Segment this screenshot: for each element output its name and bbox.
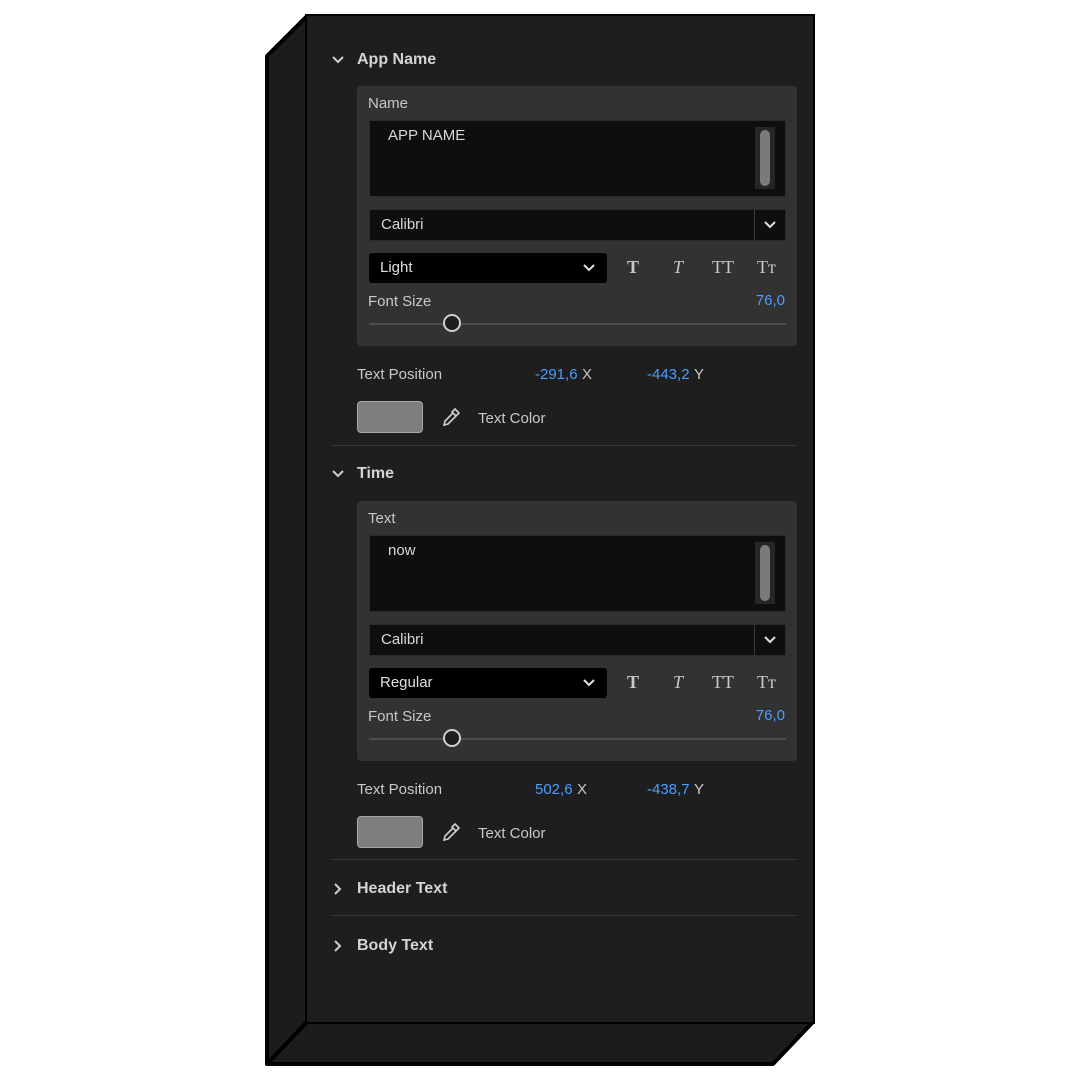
font-size-slider[interactable] <box>369 738 786 740</box>
section-title: Time <box>357 465 395 482</box>
app-name-text-group: Name APP NAME Calibri Light T T TT Tт Fo… <box>357 86 797 346</box>
section-title: Header Text <box>357 880 448 897</box>
position-y-value[interactable]: -438,7 <box>647 781 690 798</box>
chevron-down-icon <box>331 467 345 481</box>
font-family-value: Calibri <box>381 631 424 648</box>
position-y-value[interactable]: -443,2 <box>647 366 690 383</box>
section-divider <box>331 445 797 446</box>
text-position-label: Text Position <box>357 366 443 383</box>
font-size-value[interactable]: 76,0 <box>756 292 785 309</box>
all-caps-button[interactable]: TT <box>712 672 734 693</box>
textarea-value: APP NAME <box>388 127 466 144</box>
chevron-right-icon <box>331 882 345 896</box>
section-title: App Name <box>357 51 437 68</box>
font-family-select[interactable]: Calibri <box>369 624 786 656</box>
scrollbar-thumb[interactable] <box>760 130 770 186</box>
font-size-slider-knob[interactable] <box>443 729 461 747</box>
section-divider <box>331 915 797 916</box>
font-style-value: Regular <box>380 674 433 691</box>
position-y-axis-label: Y <box>694 366 705 383</box>
chevron-down-icon[interactable] <box>754 210 785 240</box>
font-size-label: Font Size <box>368 293 432 310</box>
bold-button[interactable]: T <box>627 672 639 693</box>
position-x-axis-label: X <box>582 366 593 383</box>
font-size-value[interactable]: 76,0 <box>756 707 785 724</box>
scrollbar-thumb[interactable] <box>760 545 770 601</box>
font-size-slider[interactable] <box>369 323 786 325</box>
small-caps-button[interactable]: Tт <box>757 672 776 693</box>
section-header-app-name[interactable]: App Name <box>331 51 436 69</box>
field-label: Name <box>368 95 409 112</box>
text-color-swatch[interactable] <box>357 401 423 433</box>
position-x-axis-label: X <box>577 781 588 798</box>
position-x-value[interactable]: 502,6 <box>535 781 573 798</box>
section-header-time[interactable]: Time <box>331 465 394 483</box>
font-style-select[interactable]: Regular <box>369 668 607 698</box>
position-y-axis-label: Y <box>694 781 705 798</box>
scrollbar[interactable] <box>755 127 775 189</box>
chevron-right-icon <box>331 939 345 953</box>
section-header-header-text[interactable]: Header Text <box>331 880 447 898</box>
chevron-down-icon <box>581 260 597 276</box>
app-name-textarea[interactable]: APP NAME <box>369 120 786 197</box>
textarea-value: now <box>388 542 416 559</box>
text-position-label: Text Position <box>357 781 443 798</box>
section-header-body-text[interactable]: Body Text <box>331 937 433 955</box>
all-caps-button[interactable]: TT <box>712 257 734 278</box>
eyedropper-icon[interactable] <box>440 821 462 843</box>
font-family-select[interactable]: Calibri <box>369 209 786 241</box>
text-color-label: Text Color <box>478 825 546 842</box>
text-color-label: Text Color <box>478 410 546 427</box>
section-title: Body Text <box>357 937 434 954</box>
scrollbar[interactable] <box>755 542 775 604</box>
font-family-value: Calibri <box>381 216 424 233</box>
field-label: Text <box>368 510 396 527</box>
italic-button[interactable]: T <box>673 672 683 693</box>
chevron-down-icon <box>581 675 597 691</box>
time-textarea[interactable]: now <box>369 535 786 612</box>
chevron-down-icon <box>331 53 345 67</box>
bold-button[interactable]: T <box>627 257 639 278</box>
eyedropper-icon[interactable] <box>440 406 462 428</box>
properties-panel: App Name Name APP NAME Calibri Light T T… <box>307 16 813 1022</box>
italic-button[interactable]: T <box>673 257 683 278</box>
font-style-value: Light <box>380 259 413 276</box>
time-text-group: Text now Calibri Regular T T TT Tт Font … <box>357 501 797 761</box>
font-size-label: Font Size <box>368 708 432 725</box>
small-caps-button[interactable]: Tт <box>757 257 776 278</box>
chevron-down-icon[interactable] <box>754 625 785 655</box>
font-size-slider-knob[interactable] <box>443 314 461 332</box>
section-divider <box>331 859 797 860</box>
font-style-select[interactable]: Light <box>369 253 607 283</box>
position-x-value[interactable]: -291,6 <box>535 366 578 383</box>
text-color-swatch[interactable] <box>357 816 423 848</box>
